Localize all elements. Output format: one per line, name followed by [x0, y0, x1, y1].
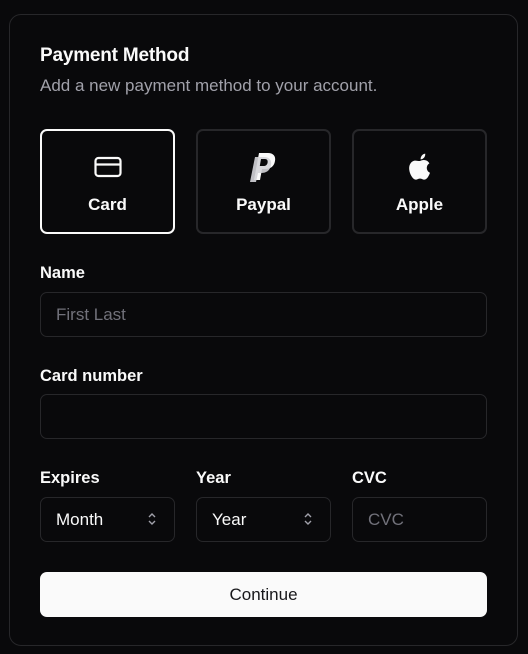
year-select[interactable]: Year — [196, 497, 331, 542]
name-label: Name — [40, 264, 85, 282]
chevron-up-down-icon — [147, 511, 157, 532]
method-option-paypal[interactable]: Paypal — [196, 129, 331, 234]
card-number-input[interactable] — [40, 394, 487, 439]
chevron-up-down-icon — [303, 511, 313, 532]
method-option-card[interactable]: Card — [40, 129, 175, 234]
continue-button[interactable]: Continue — [40, 572, 487, 617]
cvc-input[interactable] — [352, 497, 487, 542]
year-label: Year — [196, 469, 231, 487]
credit-card-icon — [42, 149, 173, 185]
method-label: Paypal — [236, 195, 291, 214]
card-description: Add a new payment method to your account… — [40, 76, 378, 95]
month-select[interactable]: Month — [40, 497, 175, 542]
card-number-label: Card number — [40, 367, 143, 385]
year-select-value: Year — [212, 509, 247, 529]
cvc-label: CVC — [352, 469, 387, 487]
expires-label: Expires — [40, 469, 100, 487]
payment-card: Payment Method Add a new payment method … — [9, 14, 518, 646]
method-label: Card — [88, 195, 127, 214]
card-title: Payment Method — [40, 45, 190, 66]
method-label: Apple — [395, 195, 444, 214]
method-option-apple[interactable]: Apple — [352, 129, 487, 234]
apple-icon — [354, 149, 485, 185]
name-input[interactable] — [40, 292, 487, 337]
paypal-icon — [198, 149, 329, 185]
month-select-value: Month — [56, 509, 104, 529]
